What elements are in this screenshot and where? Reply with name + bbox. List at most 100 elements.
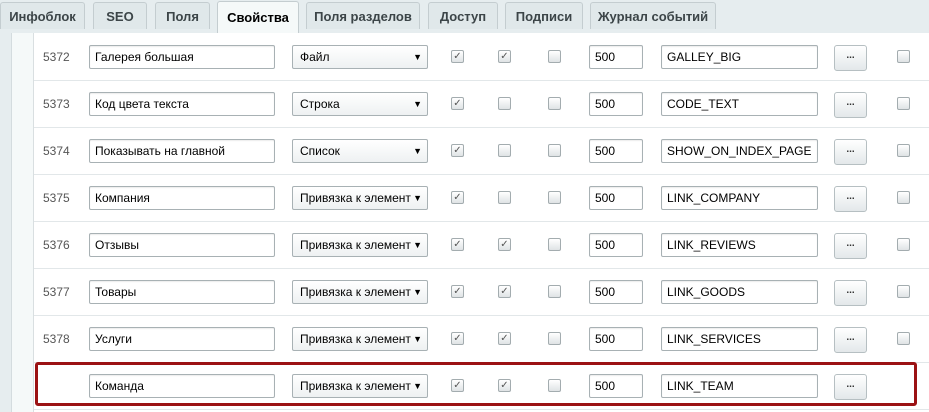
active-checkbox[interactable]: ✓ — [451, 50, 464, 63]
property-type-select[interactable]: Файл ▼ — [292, 45, 428, 69]
sort-input[interactable]: 500 — [589, 374, 643, 398]
active-checkbox[interactable]: ✓ — [451, 191, 464, 204]
active-checkbox[interactable]: ✓ — [451, 285, 464, 298]
property-type-value: Привязка к элемент — [300, 285, 411, 299]
dropdown-arrow-icon: ▼ — [413, 193, 422, 203]
property-name-input[interactable]: Товары — [89, 280, 275, 304]
sort-input[interactable]: 500 — [589, 45, 643, 69]
tab-access[interactable]: Доступ — [428, 2, 498, 29]
code-input[interactable]: LINK_REVIEWS — [661, 233, 818, 257]
multiple-checkbox[interactable]: ✓ — [498, 238, 511, 251]
code-input[interactable]: GALLEY_BIG — [661, 45, 818, 69]
sort-input[interactable]: 500 — [589, 92, 643, 116]
delete-checkbox[interactable] — [897, 285, 910, 298]
code-input[interactable]: LINK_SERVICES — [661, 327, 818, 351]
sort-input[interactable]: 500 — [589, 280, 643, 304]
more-button[interactable]: ... — [834, 45, 867, 71]
active-checkbox[interactable]: ✓ — [451, 238, 464, 251]
more-button[interactable]: ... — [834, 374, 867, 400]
property-type-select[interactable]: Привязка к элемент ▼ — [292, 327, 428, 351]
property-type-select[interactable]: Привязка к элемент ▼ — [292, 186, 428, 210]
dropdown-arrow-icon: ▼ — [413, 381, 422, 391]
tab-event-log[interactable]: Журнал событий — [590, 2, 716, 29]
code-input[interactable]: LINK_TEAM — [661, 374, 818, 398]
property-name-input[interactable]: Компания — [89, 186, 275, 210]
property-id: 5372 — [43, 50, 70, 64]
multiple-checkbox[interactable] — [498, 191, 511, 204]
required-checkbox[interactable] — [548, 285, 561, 298]
active-checkbox[interactable]: ✓ — [451, 144, 464, 157]
delete-checkbox[interactable] — [897, 144, 910, 157]
property-type-select[interactable]: Список ▼ — [292, 139, 428, 163]
active-checkbox[interactable]: ✓ — [451, 332, 464, 345]
sort-input[interactable]: 500 — [589, 186, 643, 210]
active-checkbox[interactable]: ✓ — [451, 97, 464, 110]
property-name-input[interactable]: Код цвета текста — [89, 92, 275, 116]
dropdown-arrow-icon: ▼ — [413, 334, 422, 344]
property-name-input[interactable]: Команда — [89, 374, 275, 398]
property-type-value: Привязка к элемент — [300, 191, 411, 205]
property-row: 5377 Товары Привязка к элемент ▼ ✓ ✓ 500 LINK_G… — [34, 269, 929, 316]
property-name-input[interactable]: Галерея большая — [89, 45, 275, 69]
delete-checkbox[interactable] — [897, 191, 910, 204]
required-checkbox[interactable] — [548, 50, 561, 63]
multiple-checkbox[interactable]: ✓ — [498, 285, 511, 298]
properties-table: 5372 Галерея большая Файл ▼ ✓ ✓ 500 GALLEY_BIG.… — [33, 33, 929, 412]
property-name-input[interactable]: Отзывы — [89, 233, 275, 257]
tab-fields[interactable]: Поля — [155, 2, 210, 29]
required-checkbox[interactable] — [548, 144, 561, 157]
required-checkbox[interactable] — [548, 379, 561, 392]
required-checkbox[interactable] — [548, 191, 561, 204]
dropdown-arrow-icon: ▼ — [413, 287, 422, 297]
delete-checkbox[interactable] — [897, 97, 910, 110]
tab-properties[interactable]: Свойства — [217, 1, 299, 33]
tab-bar: Инфоблок SEO Поля Свойства Поля разделов… — [0, 0, 929, 34]
property-type-select[interactable]: Привязка к элемент ▼ — [292, 280, 428, 304]
property-id: 5376 — [43, 238, 70, 252]
code-input[interactable]: LINK_COMPANY — [661, 186, 818, 210]
code-input[interactable]: CODE_TEXT — [661, 92, 818, 116]
tab-captions[interactable]: Подписи — [505, 2, 583, 29]
property-row: 5378 Услуги Привязка к элемент ▼ ✓ ✓ 500 LINK_S… — [34, 316, 929, 363]
more-button[interactable]: ... — [834, 186, 867, 212]
multiple-checkbox[interactable]: ✓ — [498, 332, 511, 345]
property-type-select[interactable]: Строка ▼ — [292, 92, 428, 116]
dropdown-arrow-icon: ▼ — [413, 99, 422, 109]
property-id: 5377 — [43, 285, 70, 299]
sort-input[interactable]: 500 — [589, 139, 643, 163]
property-type-value: Строка — [300, 97, 340, 111]
tab-seo[interactable]: SEO — [93, 2, 147, 29]
multiple-checkbox[interactable] — [498, 97, 511, 110]
more-button[interactable]: ... — [834, 327, 867, 353]
multiple-checkbox[interactable] — [498, 144, 511, 157]
property-type-value: Привязка к элемент — [300, 379, 411, 393]
code-input[interactable]: LINK_GOODS — [661, 280, 818, 304]
required-checkbox[interactable] — [548, 238, 561, 251]
dropdown-arrow-icon: ▼ — [413, 240, 422, 250]
more-button[interactable]: ... — [834, 280, 867, 306]
delete-checkbox[interactable] — [897, 238, 910, 251]
multiple-checkbox[interactable]: ✓ — [498, 379, 511, 392]
property-name-input[interactable]: Показывать на главной — [89, 139, 275, 163]
more-button[interactable]: ... — [834, 233, 867, 259]
multiple-checkbox[interactable]: ✓ — [498, 50, 511, 63]
delete-checkbox[interactable] — [897, 50, 910, 63]
active-checkbox[interactable]: ✓ — [451, 379, 464, 392]
property-id: 5373 — [43, 97, 70, 111]
property-row: 5372 Галерея большая Файл ▼ ✓ ✓ 500 GALLEY_BIG.… — [34, 34, 929, 81]
delete-checkbox[interactable] — [897, 332, 910, 345]
required-checkbox[interactable] — [548, 97, 561, 110]
code-input[interactable]: SHOW_ON_INDEX_PAGE — [661, 139, 818, 163]
required-checkbox[interactable] — [548, 332, 561, 345]
tab-infoblock[interactable]: Инфоблок — [0, 2, 85, 29]
property-type-select[interactable]: Привязка к элемент ▼ — [292, 374, 428, 398]
property-type-value: Привязка к элемент — [300, 238, 411, 252]
sort-input[interactable]: 500 — [589, 327, 643, 351]
property-name-input[interactable]: Услуги — [89, 327, 275, 351]
dropdown-arrow-icon: ▼ — [413, 52, 422, 62]
more-button[interactable]: ... — [834, 139, 867, 165]
sort-input[interactable]: 500 — [589, 233, 643, 257]
tab-section-fields[interactable]: Поля разделов — [306, 2, 420, 29]
property-type-select[interactable]: Привязка к элемент ▼ — [292, 233, 428, 257]
more-button[interactable]: ... — [834, 92, 867, 118]
